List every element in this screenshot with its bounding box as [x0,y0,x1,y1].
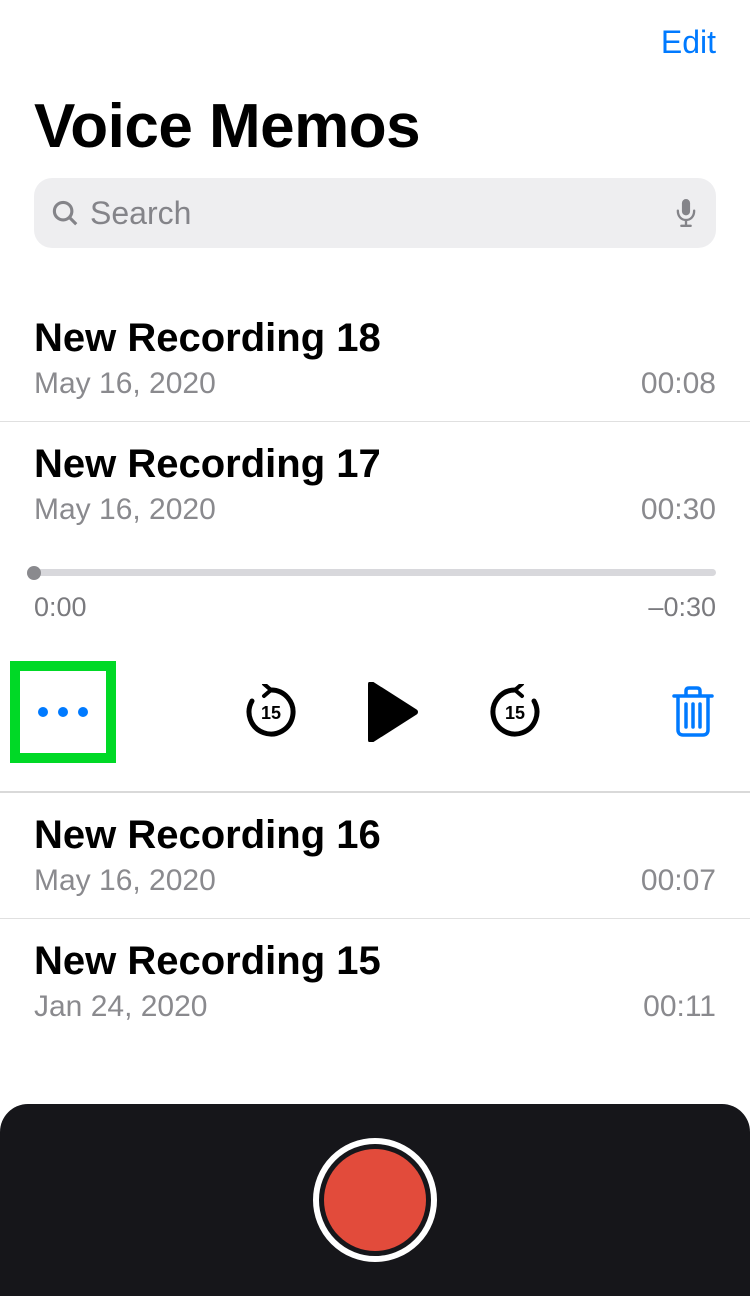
recording-date: May 16, 2020 [34,493,216,527]
skip-forward-15-button[interactable]: 15 [487,684,543,740]
recording-title: New Recording 16 [34,813,716,858]
search-input[interactable] [90,195,672,232]
slider-knob[interactable] [27,566,41,580]
recording-duration: 00:07 [641,864,716,898]
recording-item[interactable]: New Recording 18 May 16, 2020 00:08 [0,296,750,422]
more-options-icon [38,707,88,717]
skip-back-icon: 15 [243,684,299,740]
recording-date: May 16, 2020 [34,864,216,898]
skip-back-15-button[interactable]: 15 [243,684,299,740]
play-icon [367,682,419,742]
play-button[interactable] [367,682,419,742]
recording-item[interactable]: New Recording 15 Jan 24, 2020 00:11 [0,919,750,1044]
recording-duration: 00:11 [643,990,716,1024]
recording-date: May 16, 2020 [34,367,216,401]
recording-duration: 00:30 [641,493,716,527]
svg-text:15: 15 [261,703,281,723]
delete-button[interactable] [670,686,716,738]
recording-duration: 00:08 [641,367,716,401]
recording-item[interactable]: New Recording 16 May 16, 2020 00:07 [0,793,750,919]
recording-item-expanded[interactable]: New Recording 17 May 16, 2020 00:30 0:00… [0,422,750,793]
record-icon [324,1149,426,1251]
skip-forward-icon: 15 [487,684,543,740]
svg-text:15: 15 [505,703,525,723]
trash-icon [670,686,716,738]
record-bar [0,1104,750,1296]
recording-title: New Recording 15 [34,939,716,984]
remaining-time: –0:30 [648,592,716,623]
record-button[interactable] [313,1138,437,1262]
microphone-icon[interactable] [672,195,700,231]
search-bar[interactable] [34,178,716,248]
recording-date: Jan 24, 2020 [34,990,207,1024]
search-icon [50,198,80,228]
recording-title: New Recording 17 [34,442,716,487]
edit-button[interactable]: Edit [34,24,716,91]
playback-slider[interactable]: 0:00 –0:30 [34,569,716,623]
current-time: 0:00 [34,592,87,623]
recording-title: New Recording 18 [34,316,716,361]
more-options-button[interactable] [10,661,116,763]
page-title: Voice Memos [34,91,716,178]
